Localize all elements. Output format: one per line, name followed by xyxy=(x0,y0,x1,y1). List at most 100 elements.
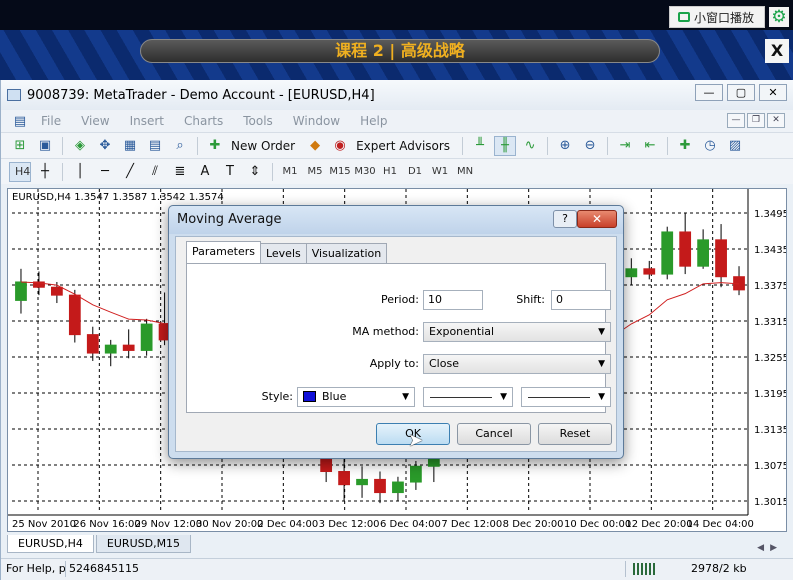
indicators-icon[interactable]: ✚ xyxy=(674,136,696,156)
close-window-button[interactable]: ✕ xyxy=(759,84,787,101)
tab-levels[interactable]: Levels xyxy=(259,243,307,263)
chevron-down-icon: ▼ xyxy=(598,392,605,402)
tf-m5[interactable]: M5 xyxy=(304,163,326,181)
expert-advisors-button[interactable]: Expert Advisors xyxy=(354,139,456,153)
vertical-line-icon[interactable]: │ xyxy=(69,162,91,182)
apply-to-value: Close xyxy=(429,357,459,370)
line-style-select[interactable]: ▼ xyxy=(423,387,513,407)
new-chart-icon[interactable]: ⊞ xyxy=(9,136,31,156)
navigator-icon[interactable]: ✥ xyxy=(94,136,116,156)
reset-button[interactable]: Reset xyxy=(538,423,612,445)
status-bar: For Help, p 5246845115 2978/2 kb xyxy=(1,558,793,580)
status-help: For Help, p xyxy=(6,562,66,575)
horizontal-line-icon[interactable]: ─ xyxy=(94,162,116,182)
fibonacci-icon[interactable]: ≣ xyxy=(169,162,191,182)
tab-parameters[interactable]: Parameters xyxy=(186,241,261,263)
app-icon xyxy=(7,89,21,101)
menu-view[interactable]: View xyxy=(71,114,119,128)
zoom-out-icon[interactable]: ⊖ xyxy=(579,136,601,156)
arrows-icon[interactable]: ⇕ xyxy=(244,162,266,182)
maximize-button[interactable]: ▢ xyxy=(727,84,755,101)
menu-bar: ▤ File View Insert Charts Tools Window H… xyxy=(1,110,793,132)
market-watch-icon[interactable]: ◈ xyxy=(69,136,91,156)
y-tick-label: 1.3075 xyxy=(754,461,787,472)
menu-file[interactable]: File xyxy=(31,114,71,128)
chart-tab-eurusd-m15[interactable]: EURUSD,M15 xyxy=(95,535,192,553)
mouse-cursor-icon: ➤ xyxy=(408,430,424,451)
mdi-close-button[interactable]: ✕ xyxy=(767,113,785,128)
tf-mn[interactable]: MN xyxy=(454,163,476,181)
chart-symbol-label: EURUSD,H4 1.3547 1.3587 1.3542 1.3574 xyxy=(12,192,224,203)
x-tick-label: 12 Dec 20:00 xyxy=(625,519,692,530)
channel-icon[interactable]: ⫽ xyxy=(144,162,166,182)
ma-method-select[interactable]: Exponential ▼ xyxy=(423,322,611,342)
style-label: Style: xyxy=(261,390,293,403)
text-tool-icon[interactable]: A xyxy=(194,162,216,182)
parameters-panel: Period: 10 Shift: 0 MA method: Exponenti… xyxy=(186,263,611,413)
menu-window[interactable]: Window xyxy=(283,114,350,128)
candlestick-icon[interactable]: ╫ xyxy=(494,135,517,156)
mini-window-button[interactable]: 小窗口播放 xyxy=(669,6,765,28)
mdi-minimize-button[interactable]: — xyxy=(727,113,745,128)
tab-visualization[interactable]: Visualization xyxy=(305,243,388,263)
menu-help[interactable]: Help xyxy=(350,114,397,128)
periods-icon[interactable]: ◷ xyxy=(699,136,721,156)
color-select[interactable]: Blue ▼ xyxy=(297,387,415,407)
auto-scroll-icon[interactable]: ⇥ xyxy=(614,136,636,156)
new-order-button[interactable]: New Order xyxy=(229,139,301,153)
y-tick-label: 1.3315 xyxy=(754,317,787,328)
tf-m15[interactable]: M15 xyxy=(329,163,351,181)
shift-input[interactable]: 0 xyxy=(551,290,611,310)
candle-body xyxy=(374,478,386,494)
data-window-icon[interactable]: ▦ xyxy=(119,136,141,156)
text-label-icon[interactable]: T xyxy=(219,162,241,182)
strategy-tester-icon[interactable]: ⌕ xyxy=(169,136,191,156)
tf-w1[interactable]: W1 xyxy=(429,163,451,181)
overlay-close-button[interactable]: X xyxy=(765,39,789,63)
minimize-button[interactable]: — xyxy=(695,84,723,101)
shift-label: Shift: xyxy=(516,293,545,306)
mdi-controls: — ❐ ✕ xyxy=(727,113,785,128)
expert-advisors-icon[interactable]: ◉ xyxy=(329,136,351,156)
menu-tools[interactable]: Tools xyxy=(233,114,283,128)
candle-body xyxy=(15,281,27,301)
mdi-restore-button[interactable]: ❐ xyxy=(747,113,765,128)
trendline-icon[interactable]: ╱ xyxy=(119,162,141,182)
tf-m30[interactable]: M30 xyxy=(354,163,376,181)
tf-d1[interactable]: D1 xyxy=(404,163,426,181)
tab-scroll-arrows[interactable]: ◀▶ xyxy=(757,543,783,553)
tf-m1[interactable]: M1 xyxy=(279,163,301,181)
dialog-help-button[interactable]: ? xyxy=(553,210,577,228)
chart-shift-icon[interactable]: ⇤ xyxy=(639,136,661,156)
tf-h1[interactable]: H1 xyxy=(379,163,401,181)
menu-insert[interactable]: Insert xyxy=(120,114,174,128)
period-label: Period: xyxy=(380,293,419,306)
zoom-in-icon[interactable]: ⊕ xyxy=(554,136,576,156)
connection-bars-icon xyxy=(633,563,655,575)
candle-body xyxy=(50,286,63,296)
tf-h4[interactable]: H4 xyxy=(9,161,31,182)
candle-body xyxy=(104,344,117,354)
main-toolbar: ⊞ ▣ ◈ ✥ ▦ ▤ ⌕ ✚ New Order ◆ ◉ Expert Adv… xyxy=(1,132,793,158)
line-chart-icon[interactable]: ∿ xyxy=(519,136,541,156)
metaeditor-icon[interactable]: ◆ xyxy=(304,136,326,156)
menu-charts[interactable]: Charts xyxy=(174,114,233,128)
period-input[interactable]: 10 xyxy=(423,290,483,310)
window-titlebar: 9008739: MetaTrader - Demo Account - [EU… xyxy=(1,80,793,110)
new-order-icon[interactable]: ✚ xyxy=(204,136,226,156)
document-icon: ▤ xyxy=(13,113,27,129)
profiles-icon[interactable]: ▣ xyxy=(34,136,56,156)
gear-icon[interactable]: ⚙ xyxy=(769,7,789,27)
candle-body xyxy=(122,344,135,351)
chart-tab-eurusd-h4[interactable]: EURUSD,H4 xyxy=(7,535,94,553)
dialog-close-button[interactable]: ✕ xyxy=(577,210,617,228)
apply-to-select[interactable]: Close ▼ xyxy=(423,354,611,374)
terminal-icon[interactable]: ▤ xyxy=(144,136,166,156)
apply-to-label: Apply to: xyxy=(369,357,419,370)
window-controls: — ▢ ✕ xyxy=(695,84,787,101)
line-width-select[interactable]: ▼ xyxy=(521,387,611,407)
bar-chart-icon[interactable]: ╨ xyxy=(469,136,491,156)
crosshair-icon[interactable]: ┼ xyxy=(34,162,56,182)
cancel-button[interactable]: Cancel xyxy=(457,423,531,445)
templates-icon[interactable]: ▨ xyxy=(724,136,746,156)
